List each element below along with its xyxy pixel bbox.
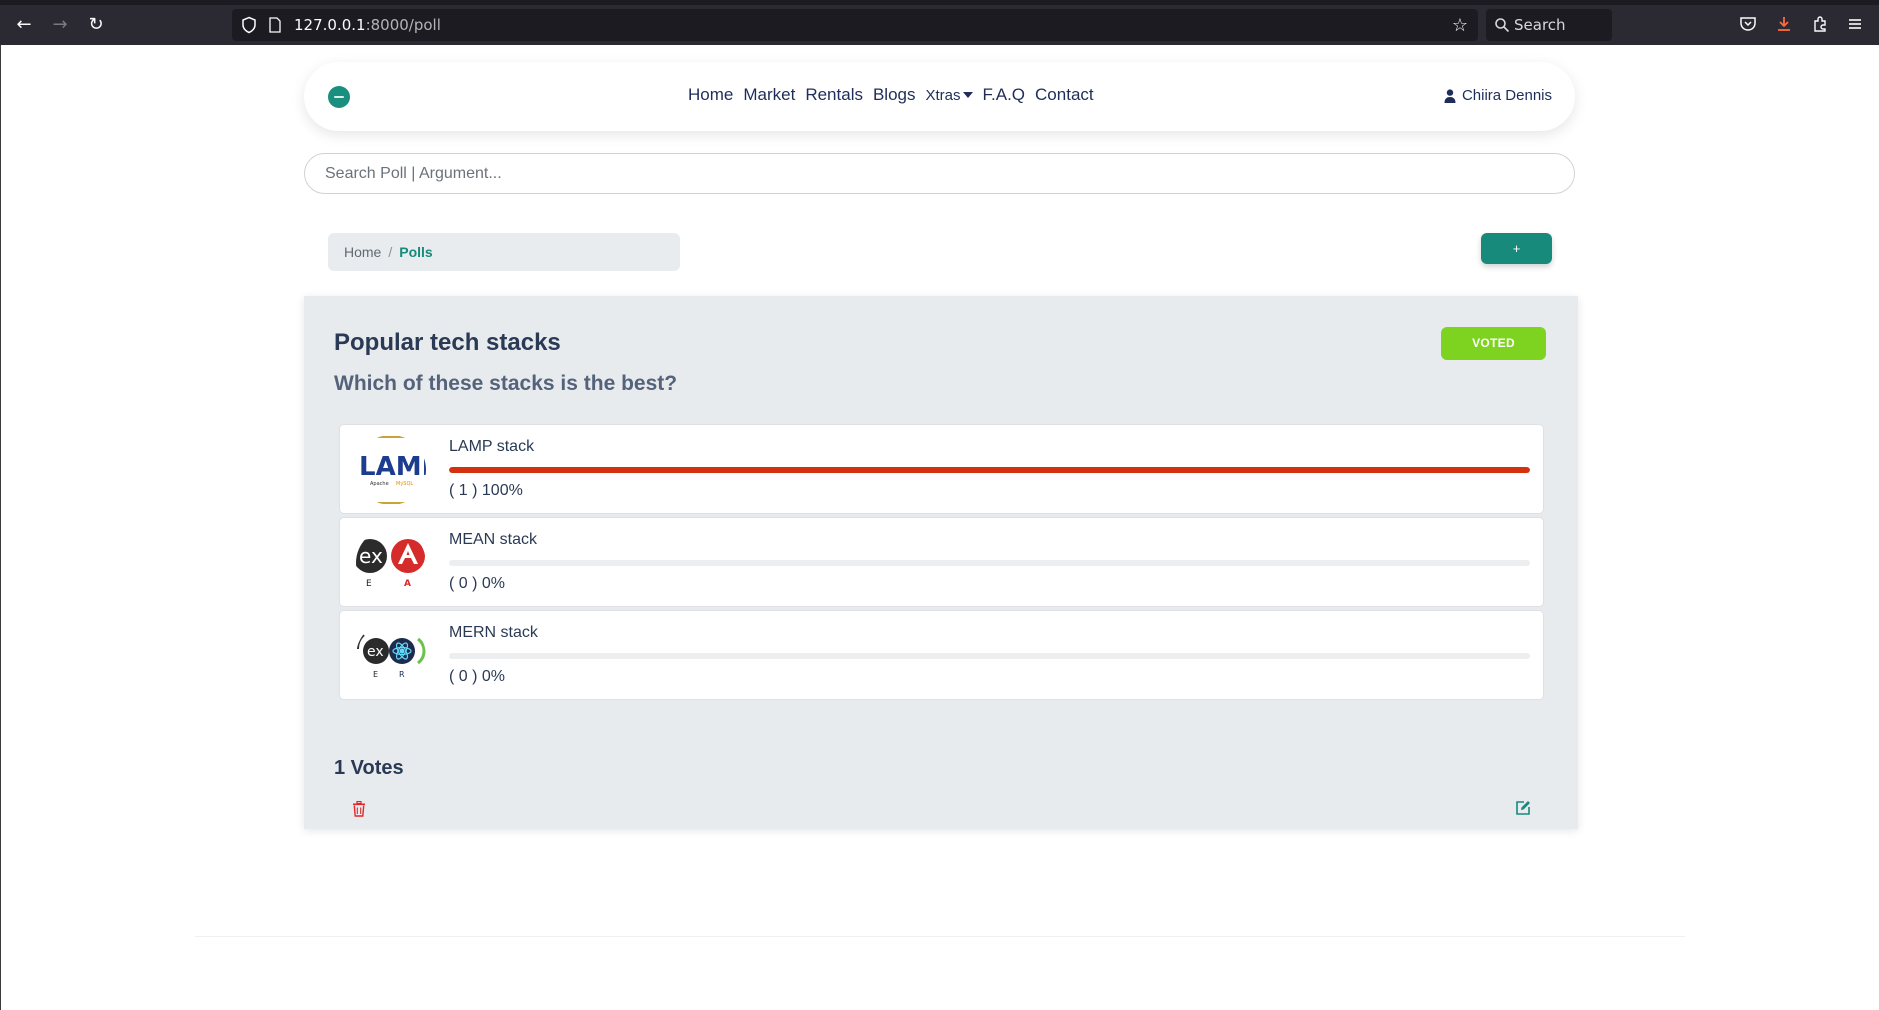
breadcrumb-home[interactable]: Home (344, 244, 381, 260)
browser-search-box[interactable]: Search (1486, 9, 1612, 41)
option-vote-count: ( 0 ) 0% (449, 668, 506, 685)
forward-arrow-icon[interactable]: → (48, 13, 72, 37)
extensions-icon[interactable] (1810, 14, 1830, 34)
voted-badge: VOTED (1441, 327, 1546, 360)
option-vote-count: ( 0 ) 0% (449, 575, 506, 592)
url-text[interactable]: 127.0.0.1:8000/poll (294, 16, 441, 34)
search-icon (1495, 18, 1510, 33)
nav-xtras-dropdown[interactable]: Xtras (926, 87, 973, 105)
page-icon (269, 17, 281, 33)
total-votes: 1 Votes (334, 757, 404, 779)
url-path: :8000/poll (365, 16, 441, 34)
user-menu[interactable]: Chiira Dennis (1444, 87, 1552, 104)
svg-text:ex: ex (367, 644, 384, 660)
site-logo[interactable] (328, 86, 350, 108)
download-icon[interactable] (1774, 14, 1794, 34)
user-icon (1444, 88, 1456, 103)
svg-text:LAMP: LAMP (359, 452, 426, 482)
poll-option[interactable]: LAMP Apache MySQL LAMP stack ( 1 ) 100% (339, 424, 1544, 514)
vote-progress-fill (449, 467, 1530, 473)
breadcrumb: Home / Polls (328, 233, 680, 271)
user-name: Chiira Dennis (1461, 87, 1552, 104)
edit-icon[interactable] (1515, 800, 1531, 816)
lamp-stack-logo: LAMP Apache MySQL (356, 435, 426, 505)
tab-strip (0, 1, 1879, 5)
add-poll-button[interactable]: + (1481, 233, 1552, 264)
option-vote-count: ( 1 ) 100% (449, 482, 523, 499)
breadcrumb-current: Polls (399, 244, 433, 260)
mean-stack-logo: ex E A (356, 528, 426, 598)
vote-progress-bar (449, 467, 1530, 473)
poll-title: Popular tech stacks (334, 329, 561, 356)
nav-xtras-label: Xtras (925, 87, 961, 104)
svg-text:MySQL: MySQL (396, 481, 413, 487)
trash-icon[interactable] (352, 801, 366, 817)
caret-down-icon (962, 92, 973, 98)
nav-market[interactable]: Market (743, 85, 795, 105)
menu-icon[interactable] (1845, 14, 1865, 34)
nav-contact[interactable]: Contact (1035, 85, 1094, 105)
svg-text:E: E (366, 579, 372, 589)
option-label: MEAN stack (449, 531, 538, 548)
poll-search-input[interactable] (304, 153, 1575, 194)
nav-faq[interactable]: F.A.Q (983, 85, 1026, 105)
svg-text:Apache: Apache (370, 481, 389, 487)
nav-home[interactable]: Home (688, 85, 733, 105)
svg-text:ex: ex (359, 544, 383, 568)
vote-progress-bar (449, 560, 1530, 566)
browser-chrome: ← → ↻ 127.0.0.1:8000/poll ☆ Search (0, 0, 1879, 45)
address-bar[interactable]: 127.0.0.1:8000/poll ☆ (232, 9, 1478, 41)
poll-option[interactable]: ex E A MEAN stack ( 0 ) 0% (339, 517, 1544, 607)
vote-progress-bar (449, 653, 1530, 659)
shield-icon[interactable] (240, 16, 258, 34)
breadcrumb-separator: / (388, 244, 393, 260)
nav-links: Home Market Rentals Blogs Xtras F.A.Q Co… (688, 85, 1094, 105)
pocket-icon[interactable] (1738, 14, 1758, 34)
back-arrow-icon[interactable]: ← (12, 13, 36, 37)
reload-icon[interactable]: ↻ (84, 13, 108, 37)
browser-search-label: Search (1514, 16, 1566, 34)
url-host: 127.0.0.1 (294, 16, 366, 34)
footer-divider (195, 936, 1685, 937)
mern-stack-logo: ex E R (356, 621, 426, 691)
site-navbar: Home Market Rentals Blogs Xtras F.A.Q Co… (304, 62, 1575, 131)
bookmark-star-icon[interactable]: ☆ (1452, 15, 1468, 36)
nav-rentals[interactable]: Rentals (805, 85, 863, 105)
poll-card: Popular tech stacks Which of these stack… (304, 296, 1578, 829)
poll-option[interactable]: ex E R MERN stack ( 0 ) 0% (339, 610, 1544, 700)
nav-blogs[interactable]: Blogs (873, 85, 916, 105)
svg-text:A: A (404, 579, 411, 589)
option-label: MERN stack (449, 624, 538, 641)
svg-text:R: R (399, 670, 405, 679)
option-label: LAMP stack (449, 438, 535, 455)
poll-question: Which of these stacks is the best? (334, 372, 678, 395)
svg-text:E: E (373, 670, 378, 679)
